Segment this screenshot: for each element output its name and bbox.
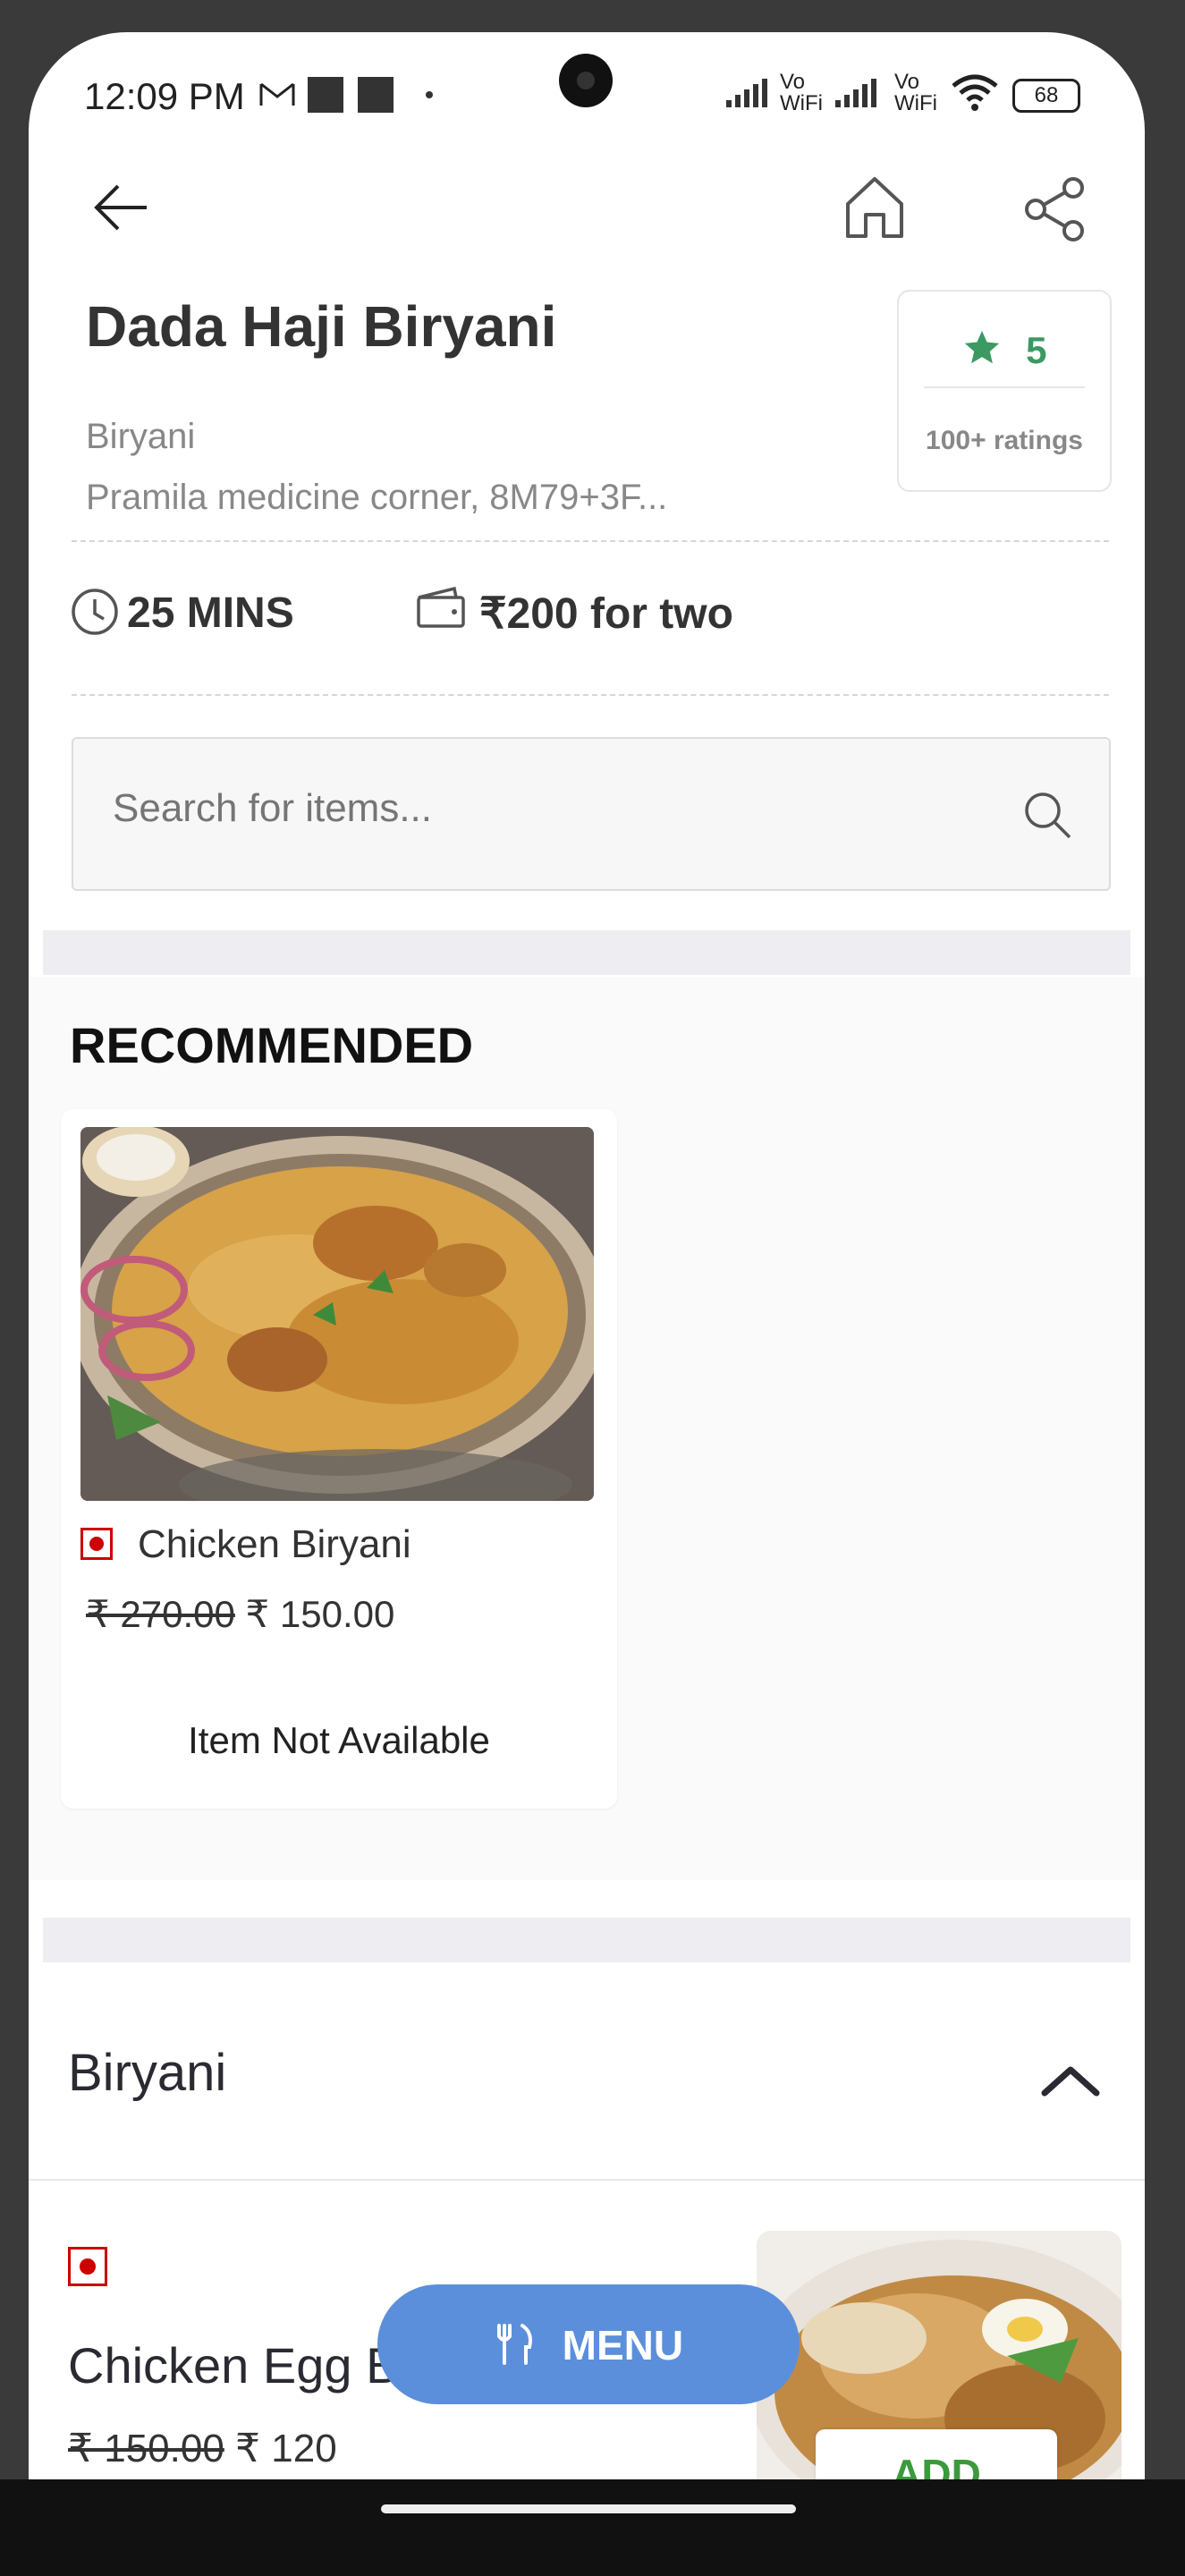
rating-value-row: 5 — [899, 327, 1110, 377]
app-screen: 12:09 PM Vo WiFi Vo WiFi 68 Dada Haji Biry… — [29, 32, 1145, 2479]
category-title[interactable]: Biryani — [68, 2043, 226, 2103]
search-input[interactable] — [111, 785, 901, 832]
star-icon — [961, 327, 1003, 377]
menu-button[interactable]: MENU — [377, 2284, 800, 2404]
notification-icon — [308, 77, 343, 113]
search-icon[interactable] — [1021, 789, 1073, 845]
non-veg-icon — [80, 1528, 113, 1560]
front-camera — [559, 54, 613, 107]
restaurant-address: Pramila medicine corner, 8M79+3F... — [86, 478, 668, 517]
section-divider — [29, 2179, 1145, 2181]
wifi-icon — [950, 72, 1000, 115]
recommended-item-card[interactable]: Chicken Biryani ₹ 270.00 ₹ 150.00 Item N… — [61, 1109, 617, 1809]
gmail-icon — [259, 80, 295, 114]
section-spacer — [43, 930, 1130, 975]
back-arrow-icon[interactable] — [91, 181, 154, 239]
rating-value: 5 — [1026, 329, 1047, 371]
share-icon[interactable] — [1021, 175, 1089, 248]
home-icon[interactable] — [841, 174, 909, 246]
recommended-item-price-row: ₹ 270.00 ₹ 150.00 — [86, 1592, 394, 1636]
availability-status: Item Not Available — [188, 1719, 490, 1761]
chicken-biryani-image — [80, 1127, 594, 1501]
chevron-up-icon[interactable] — [1039, 2063, 1102, 2098]
menu-item-price-row: ₹ 150.00 ₹ 120 — [68, 2426, 337, 2471]
vowifi-label-1: Vo WiFi — [780, 70, 823, 115]
restaurant-cuisine: Biryani — [86, 417, 196, 456]
navigation-bar — [0, 2479, 1185, 2576]
vowifi-label-2: Vo WiFi — [894, 70, 937, 115]
cutlery-icon — [494, 2291, 538, 2411]
status-time: 12:09 PM — [84, 75, 245, 117]
status-bar: 12:09 PM Vo WiFi Vo WiFi 68 — [29, 32, 1145, 166]
signal-icon — [724, 77, 778, 112]
rating-box[interactable]: 5 100+ ratings — [897, 290, 1112, 492]
original-price: ₹ 150.00 — [68, 2427, 224, 2470]
discounted-price: ₹ 150.00 — [245, 1593, 395, 1635]
dot-icon — [426, 91, 433, 98]
rating-divider — [924, 386, 1085, 388]
delivery-time: 25 MINS — [127, 589, 294, 637]
add-button[interactable]: ADD — [816, 2429, 1057, 2479]
menu-item-name[interactable]: Chicken Egg B — [68, 2336, 399, 2394]
restaurant-title: Dada Haji Biryani — [86, 294, 557, 359]
signal-icon-2 — [834, 77, 887, 112]
battery-indicator: 68 — [1012, 79, 1080, 113]
recommended-title: RECOMMENDED — [70, 1017, 474, 1073]
menu-button-label: MENU — [562, 2322, 684, 2368]
original-price: ₹ 270.00 — [86, 1593, 235, 1635]
search-box[interactable] — [72, 737, 1111, 891]
home-indicator[interactable] — [381, 2504, 796, 2513]
clock-icon — [70, 587, 120, 641]
recommended-item-name: Chicken Biryani — [138, 1522, 411, 1566]
divider-dashed — [72, 694, 1109, 696]
section-spacer — [43, 1918, 1130, 1962]
divider-dashed — [72, 540, 1109, 542]
zomato-icon — [358, 77, 394, 113]
non-veg-icon — [68, 2247, 107, 2286]
rating-count: 100+ ratings — [926, 426, 1083, 455]
discounted-price: ₹ 120 — [235, 2427, 337, 2470]
cost-for-two: ₹200 for two — [479, 590, 733, 638]
wallet-icon — [415, 585, 467, 634]
